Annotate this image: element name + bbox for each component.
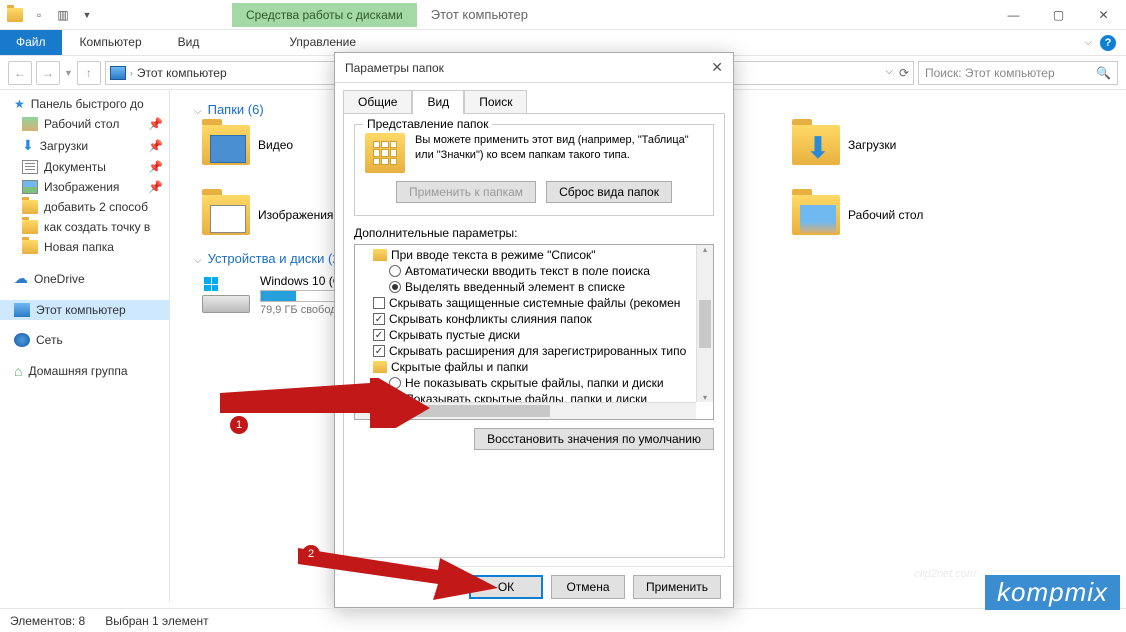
folder-view-fieldset: Представление папок Вы можете применить … xyxy=(354,124,714,216)
check-hide-empty[interactable] xyxy=(373,329,385,341)
menu-computer[interactable]: Компьютер xyxy=(62,30,160,55)
nav-up-button[interactable]: ↑ xyxy=(77,61,101,85)
folder-downloads[interactable]: ⬇ Загрузки xyxy=(792,125,942,165)
window-title: Этот компьютер xyxy=(431,7,528,22)
folder-view-desc: Вы можете применить этот вид (например, … xyxy=(415,133,703,173)
explorer-icon xyxy=(4,4,26,26)
check-hide-extensions[interactable] xyxy=(373,345,385,357)
folder-options-dialog: Параметры папок ✕ Общие Вид Поиск Предст… xyxy=(334,52,734,608)
advanced-label: Дополнительные параметры: xyxy=(354,226,714,240)
dialog-close-button[interactable]: ✕ xyxy=(711,59,723,76)
sidebar-this-pc[interactable]: Этот компьютер xyxy=(0,300,169,320)
sidebar-quick-access[interactable]: ★Панель быстрого до xyxy=(0,94,169,114)
dialog-title: Параметры папок xyxy=(345,61,444,75)
reset-folders-button[interactable]: Сброс вида папок xyxy=(546,181,672,203)
qat-newfolder-icon[interactable]: ▥ xyxy=(52,4,74,26)
nav-forward-button[interactable]: → xyxy=(36,61,60,85)
folder-video[interactable]: Видео xyxy=(202,125,352,165)
check-hide-merge[interactable] xyxy=(373,313,385,325)
sidebar-images[interactable]: Изображения📌 xyxy=(0,177,169,197)
tab-general[interactable]: Общие xyxy=(343,90,412,114)
annotation-arrow-2 xyxy=(298,540,498,600)
apply-to-folders-button: Применить к папкам xyxy=(396,181,536,203)
qat-properties-icon[interactable]: ▫ xyxy=(28,4,50,26)
sidebar-network[interactable]: Сеть xyxy=(0,330,169,350)
watermark-clip2net: clip2net.com xyxy=(914,568,976,580)
pc-icon xyxy=(110,66,126,80)
fieldset-legend: Представление папок xyxy=(363,117,492,131)
help-icon[interactable]: ? xyxy=(1100,35,1116,51)
search-placeholder: Поиск: Этот компьютер xyxy=(925,66,1055,80)
ribbon-contextual-tab[interactable]: Средства работы с дисками xyxy=(232,3,417,27)
qat-dropdown-icon[interactable]: ▼ xyxy=(76,4,98,26)
watermark-kompmix: kompmix xyxy=(985,575,1120,610)
menu-file[interactable]: Файл xyxy=(0,30,62,55)
nav-back-button[interactable]: ← xyxy=(8,61,32,85)
sidebar: ★Панель быстрого до Рабочий стол📌 ⬇Загру… xyxy=(0,90,170,602)
search-icon: 🔍 xyxy=(1096,66,1111,80)
search-input[interactable]: Поиск: Этот компьютер 🔍 xyxy=(918,61,1118,85)
radio-highlight-item[interactable] xyxy=(389,281,401,293)
window-titlebar: ▫ ▥ ▼ Средства работы с дисками Этот ком… xyxy=(0,0,1126,30)
annotation-arrow-1 xyxy=(220,378,430,428)
radio-auto-search[interactable] xyxy=(389,265,401,277)
ribbon-expand-icon[interactable]: ⌵ xyxy=(1084,37,1092,48)
sidebar-newfolder[interactable]: Новая папка xyxy=(0,237,169,257)
tab-view[interactable]: Вид xyxy=(412,90,464,114)
sidebar-howto[interactable]: как создать точку в xyxy=(0,217,169,237)
sidebar-onedrive[interactable]: ☁OneDrive xyxy=(0,267,169,290)
cancel-button[interactable]: Отмена xyxy=(551,575,625,599)
statusbar: Элементов: 8 Выбран 1 элемент xyxy=(0,608,1126,632)
apply-button[interactable]: Применить xyxy=(633,575,721,599)
sidebar-homegroup[interactable]: ⌂Домашняя группа xyxy=(0,360,169,382)
restore-defaults-button[interactable]: Восстановить значения по умолчанию xyxy=(474,428,714,450)
menu-view[interactable]: Вид xyxy=(160,30,218,55)
maximize-button[interactable]: ▢ xyxy=(1036,0,1081,30)
folder-view-icon xyxy=(365,133,405,173)
status-elements: Элементов: 8 xyxy=(10,614,85,628)
address-dropdown-icon[interactable]: ⌵ xyxy=(885,66,893,80)
folder-desktop[interactable]: Рабочий стол xyxy=(792,195,942,235)
annotation-badge-1: 1 xyxy=(230,416,248,434)
tree-vertical-scrollbar[interactable] xyxy=(696,245,713,402)
refresh-icon[interactable]: ⟳ xyxy=(899,66,909,80)
nav-history-dropdown[interactable]: ▼ xyxy=(64,68,73,78)
status-selected: Выбран 1 элемент xyxy=(105,614,208,628)
annotation-badge-2: 2 xyxy=(302,545,320,563)
close-button[interactable]: ✕ xyxy=(1081,0,1126,30)
sidebar-documents[interactable]: Документы📌 xyxy=(0,157,169,177)
folder-icon xyxy=(373,249,387,261)
sidebar-downloads[interactable]: ⬇Загрузки📌 xyxy=(0,134,169,157)
minimize-button[interactable]: — xyxy=(991,0,1036,30)
check-hide-protected[interactable] xyxy=(373,297,385,309)
address-text: Этот компьютер xyxy=(137,66,227,80)
sidebar-add2[interactable]: добавить 2 способ xyxy=(0,197,169,217)
folder-icon xyxy=(373,361,387,373)
sidebar-desktop[interactable]: Рабочий стол📌 xyxy=(0,114,169,134)
tab-search[interactable]: Поиск xyxy=(464,90,527,114)
folder-images[interactable]: Изображения xyxy=(202,195,352,235)
